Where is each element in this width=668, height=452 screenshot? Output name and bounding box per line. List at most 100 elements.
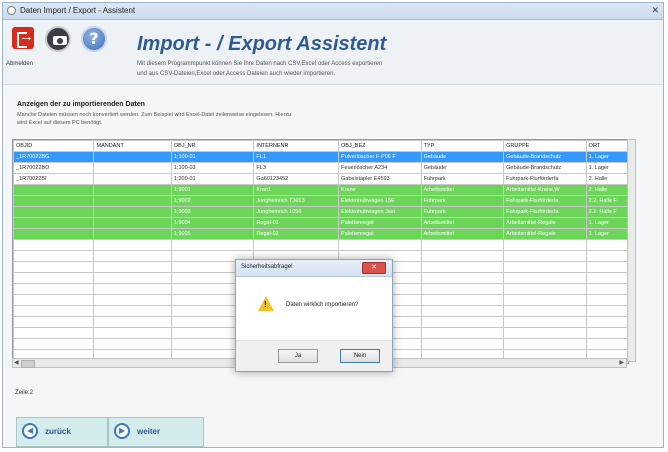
table-cell[interactable] — [503, 261, 587, 273]
table-cell[interactable] — [503, 327, 587, 339]
table-cell[interactable]: Arbeitsmittel-Krane,W — [503, 184, 587, 196]
table-cell[interactable]: Jungheinrich T3013 — [253, 195, 340, 207]
table-cell[interactable] — [420, 250, 505, 262]
table-cell[interactable] — [585, 250, 628, 262]
table-cell[interactable]: 2.2. Halle F — [585, 195, 628, 207]
table-cell[interactable]: Kran1 — [253, 184, 340, 196]
table-cell[interactable]: 1. Lager — [585, 162, 628, 174]
table-cell[interactable] — [585, 316, 628, 328]
table-cell[interactable]: FL1 — [253, 151, 340, 163]
column-header[interactable]: TYP — [420, 140, 505, 152]
table-cell[interactable] — [93, 173, 172, 185]
table-cell[interactable] — [585, 338, 628, 350]
scroll-thumb[interactable] — [21, 360, 35, 368]
table-cell[interactable]: Pulverlöscher F-P06 F — [338, 151, 422, 163]
table-cell[interactable] — [13, 250, 95, 262]
table-cell[interactable]: Fuhrpark-Flurförderfa — [503, 195, 587, 207]
table-row[interactable]: _1R70022BI 1;200-01 Ga60123452 Gabelstapler… — [13, 173, 628, 185]
column-header[interactable]: MANDANT — [93, 140, 172, 152]
table-cell[interactable] — [13, 316, 95, 328]
table-cell[interactable] — [13, 338, 95, 350]
table-cell[interactable]: Arbeitsmittel — [420, 184, 505, 196]
table-cell[interactable]: 1. Lager — [585, 217, 628, 229]
table-cell[interactable]: 1;9002 — [170, 195, 255, 207]
table-cell[interactable]: _1R70022BG — [13, 151, 95, 163]
exit-button[interactable] — [11, 26, 37, 52]
table-cell[interactable] — [420, 327, 505, 339]
table-cell[interactable]: Fuhrpark-Flurförderfa — [503, 173, 587, 185]
table-cell[interactable] — [420, 294, 505, 306]
table-cell[interactable]: Arbeitsmittel — [420, 217, 505, 229]
table-cell[interactable] — [585, 283, 628, 295]
table-cell[interactable] — [93, 228, 172, 240]
table-cell[interactable] — [170, 239, 255, 251]
table-cell[interactable] — [93, 327, 172, 339]
table-cell[interactable]: 1;100-01 — [170, 151, 255, 163]
table-cell[interactable] — [13, 239, 95, 251]
table-cell[interactable] — [13, 195, 95, 207]
table-cell[interactable]: Krane — [338, 184, 422, 196]
table-row[interactable]: 1;9004 Regal-01 Palettenregal Arbeitsmittel… — [13, 217, 628, 229]
table-cell[interactable] — [93, 261, 172, 273]
table-cell[interactable] — [420, 338, 505, 350]
table-cell[interactable]: Ga60123452 — [253, 173, 340, 185]
table-cell[interactable]: 1;100-03 — [170, 162, 255, 174]
column-header[interactable]: OBJ_BEZ — [338, 140, 422, 152]
column-header[interactable]: OBJID — [13, 140, 95, 152]
table-cell[interactable]: 1;9005 — [170, 228, 255, 240]
table-cell[interactable] — [420, 261, 505, 273]
column-header[interactable]: ORT — [585, 140, 628, 152]
table-cell[interactable] — [420, 316, 505, 328]
table-cell[interactable]: Arbeitsmittel-Regale — [503, 228, 587, 240]
table-cell[interactable] — [13, 228, 95, 240]
table-cell[interactable] — [93, 294, 172, 306]
table-cell[interactable]: Gebäude-Brandschutz — [503, 151, 587, 163]
forward-button[interactable]: ▶ weiter — [108, 417, 204, 447]
table-row[interactable]: _1R70022BG 1;100-01 FL1 Pulverlöscher F-P06… — [13, 151, 628, 163]
scroll-right-icon[interactable]: ▶ — [619, 359, 624, 366]
table-cell[interactable] — [93, 239, 172, 251]
table-cell[interactable]: 2. Halle — [585, 173, 628, 185]
table-cell[interactable]: _1R70022BO — [13, 162, 95, 174]
table-cell[interactable] — [585, 294, 628, 306]
table-cell[interactable] — [13, 283, 95, 295]
table-cell[interactable]: Arbeitsmittel-Regale — [503, 217, 587, 229]
table-cell[interactable] — [585, 272, 628, 284]
table-cell[interactable] — [93, 184, 172, 196]
table-cell[interactable]: Arbeitsmittel — [420, 228, 505, 240]
table-cell[interactable] — [93, 217, 172, 229]
scroll-left-icon[interactable]: ◀ — [14, 359, 19, 366]
table-cell[interactable] — [13, 261, 95, 273]
table-cell[interactable] — [13, 327, 95, 339]
table-cell[interactable] — [420, 272, 505, 284]
table-cell[interactable] — [585, 239, 628, 251]
table-row[interactable]: 1;9003 Jungheinrich 1056 Elektrohubwagen J… — [13, 206, 628, 218]
table-cell[interactable] — [503, 239, 587, 251]
table-cell[interactable]: Gebäude — [420, 151, 505, 163]
back-button[interactable]: ◀ zurück — [16, 417, 108, 447]
no-button[interactable]: Nein — [340, 349, 380, 363]
table-cell[interactable] — [93, 250, 172, 262]
table-row[interactable]: 1;9001 Kran1 Krane Arbeitsmittel Arbeitsmitt… — [13, 184, 628, 196]
table-cell[interactable]: Regal-02 — [253, 228, 340, 240]
table-cell[interactable]: Elektrohubwagen 15E — [338, 195, 422, 207]
table-cell[interactable]: Gabelstapler E4593 — [338, 173, 422, 185]
table-cell[interactable]: Fuhrpark — [420, 206, 505, 218]
table-cell[interactable] — [420, 305, 505, 317]
table-cell[interactable]: Palettenregal — [338, 217, 422, 229]
table-cell[interactable] — [420, 283, 505, 295]
table-cell[interactable]: Gebäude-Brandschutz — [503, 162, 587, 174]
table-cell[interactable]: 1;9004 — [170, 217, 255, 229]
table-cell[interactable]: Palettenregal — [338, 228, 422, 240]
table-cell[interactable] — [13, 272, 95, 284]
table-row[interactable]: _1R70022BO 1;100-03 FL3 Feuerlöscher A234 Ge… — [13, 162, 628, 174]
table-cell[interactable] — [503, 338, 587, 350]
table-cell[interactable]: Gebäude — [420, 162, 505, 174]
table-cell[interactable]: Regal-01 — [253, 217, 340, 229]
table-cell[interactable]: Elektrohubwagen Jast — [338, 206, 422, 218]
table-cell[interactable] — [93, 272, 172, 284]
yes-button[interactable]: Ja — [278, 349, 318, 363]
table-cell[interactable] — [585, 327, 628, 339]
table-cell[interactable]: Jungheinrich 1056 — [253, 206, 340, 218]
dialog-close-button[interactable]: ✕ — [362, 262, 386, 274]
